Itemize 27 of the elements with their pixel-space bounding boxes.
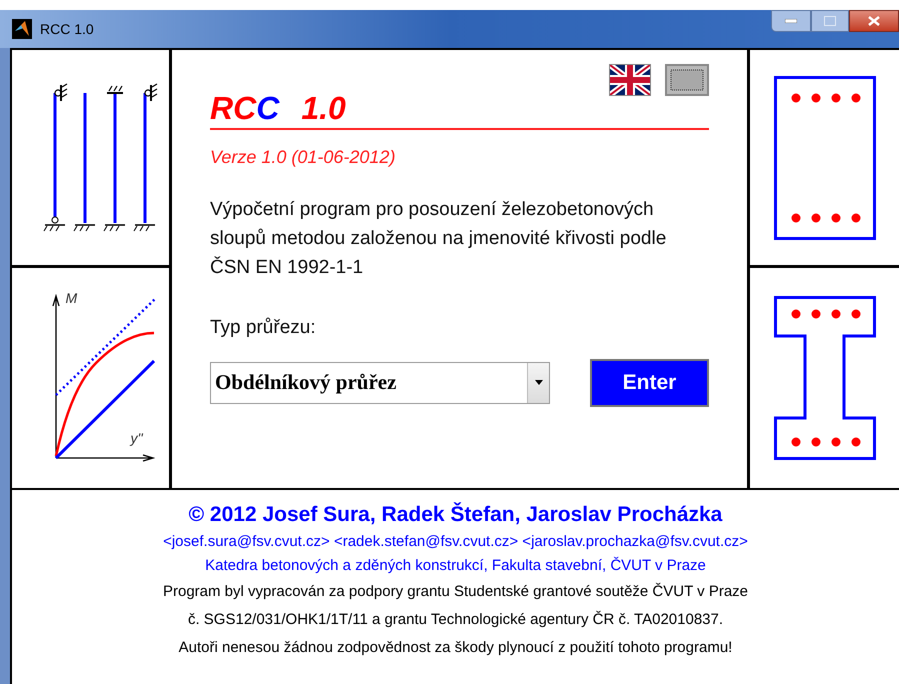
contact-text: Katedra betonových a zděných konstrukcí, Fakulta stavební, ČVUT v Praze: [205, 556, 706, 576]
note-text: Program byl vypracován za podpory grantu Studentské grantové soutěže ČVUT v Praze: [162, 582, 748, 602]
axis-label: M: [66, 289, 78, 308]
section-type-dropdown[interactable]: Obdélníkový průřez: [210, 362, 550, 404]
czech-flag-button[interactable]: [665, 64, 709, 96]
close-icon: [868, 16, 880, 26]
minimize-icon: [785, 19, 797, 23]
contact-text: <josef.sura@fsv.cvut.cz> <radek.stefan@fsv.cvut.cz> <jaroslav.prochazka@fsv.cvut.cz>: [163, 532, 748, 552]
description-text: Výpočetní program pro posouzení železobetonových sloupů metodou založenou na jmenovité křivosti podle ČSN EN 1992-1-1: [210, 198, 668, 280]
window-title: RCC 1.0: [40, 20, 94, 38]
app-logo: RCC 1.0: [210, 90, 709, 130]
english-flag-button[interactable]: [609, 64, 651, 96]
note-text: Autoři nenesou žádnou zodpovědnost za škody plynoucí z použití tohoto programu!: [178, 638, 732, 658]
axis-label: y'': [130, 429, 143, 448]
maximize-button[interactable]: [811, 10, 849, 32]
enter-button[interactable]: Enter: [590, 358, 709, 406]
dropdown-caret-icon: [534, 380, 542, 385]
app-icon: [12, 19, 32, 39]
copyright-text: © 2012 Josef Sura, Radek Štefan, Jaroslav Procházka: [188, 501, 722, 528]
union-flag-icon: [610, 65, 650, 95]
section-type-label: Typ průřezu:: [210, 316, 317, 340]
flag-icon: [670, 69, 704, 91]
close-button[interactable]: [849, 10, 899, 32]
note-text: č. SGS12/031/OHK1/1T/11 a grantu Technologické agentury ČR č. TA02010837.: [188, 610, 724, 630]
maximize-icon: [824, 16, 836, 26]
version-text: Verze 1.0 (01-06-2012): [210, 146, 396, 169]
minimize-button[interactable]: [771, 10, 811, 32]
